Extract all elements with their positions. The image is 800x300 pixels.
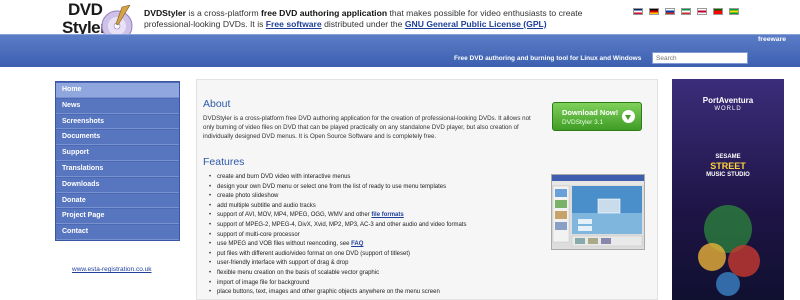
nav-item-home[interactable]: Home	[56, 82, 179, 98]
nav-item-project-page[interactable]: Project Page	[56, 208, 179, 225]
main-content: About DVDStyler is a cross-platform free…	[196, 79, 658, 300]
features-heading: Features	[203, 156, 245, 168]
feature-text: use MPEG and VOB files without reencodin…	[217, 241, 352, 248]
ad-artwork	[698, 205, 760, 296]
feature-item: create and burn DVD video with interacti…	[209, 173, 539, 183]
intro-app-name: DVDStyler	[144, 8, 187, 18]
app-screenshot-thumbnail[interactable]	[551, 174, 645, 250]
english-flag-icon[interactable]	[633, 8, 643, 15]
feature-text: support of multi-core processor	[217, 231, 300, 238]
feature-item: create photo slideshow	[209, 192, 539, 202]
feature-item: import of image file for background	[209, 279, 539, 289]
japanese-flag-icon[interactable]	[697, 8, 707, 15]
feature-item: use MPEG and VOB files without reencodin…	[209, 240, 539, 250]
nav-item-donate[interactable]: Donate	[56, 192, 179, 209]
feature-item: place buttons, text, images and other gr…	[209, 288, 539, 298]
download-label: Download Now!	[562, 108, 619, 117]
feature-text: place buttons, text, images and other gr…	[217, 289, 440, 296]
feature-item: user-friendly interface with support of …	[209, 259, 539, 269]
logo-text-line1: DVD	[68, 0, 103, 19]
feature-text: user-friendly interface with support of …	[217, 260, 349, 267]
search-input[interactable]	[652, 52, 748, 64]
nav-item-translations[interactable]: Translations	[56, 160, 179, 177]
header-bar: freeware Free DVD authoring and burning …	[0, 34, 800, 67]
feature-link[interactable]: FAQ	[351, 241, 363, 247]
download-button[interactable]: Download Now! DVDStyler 3.1	[552, 102, 642, 131]
russian-flag-icon[interactable]	[665, 8, 675, 15]
intro-text: DVDStyler is a cross-platform free DVD a…	[144, 8, 594, 30]
feature-text: design your own DVD menu or select one f…	[217, 183, 447, 190]
site-header: DVD Styler DVDStyler is a cross-platform…	[0, 0, 800, 42]
features-list: create and burn DVD video with interacti…	[209, 173, 539, 298]
feature-text: flexible menu creation on the basis of s…	[217, 269, 380, 276]
screenshot-image	[552, 175, 644, 247]
left-sidebar: Home News Screenshots Documents Support Trans…	[0, 67, 190, 300]
nav-item-support[interactable]: Support	[56, 145, 179, 161]
esta-registration-link[interactable]: www.esta-registration.co.uk	[72, 266, 151, 273]
main-nav: Home News Screenshots Documents Support Trans…	[55, 81, 180, 241]
feature-item: design your own DVD menu or select one f…	[209, 183, 539, 193]
language-flags	[633, 8, 739, 15]
brazilian-flag-icon[interactable]	[729, 8, 739, 15]
feature-text: create photo slideshow	[217, 193, 279, 200]
nav-item-documents[interactable]: Documents	[56, 129, 179, 146]
portuguese-flag-icon[interactable]	[713, 8, 723, 15]
feature-item: add multiple subtitle and audio tracks	[209, 202, 539, 212]
intro-part1: is a cross-platform	[186, 8, 262, 18]
feature-text: create and burn DVD video with interacti…	[217, 174, 351, 180]
nav-item-screenshots[interactable]: Screenshots	[56, 113, 179, 130]
feature-text: put files with different audio/video for…	[217, 250, 410, 257]
download-version: DVDStyler 3.1	[562, 119, 604, 126]
feature-item: support of MPEG-2, MPEG-4, DivX, Xvid, M…	[209, 221, 539, 231]
advertisement-banner[interactable]: PortAventura WORLD SESAME STREET MUSIC S…	[672, 79, 784, 300]
feature-item: support of AVI, MOV, MP4, MPEG, OGG, WMV…	[209, 211, 539, 221]
feature-item: put files with different audio/video for…	[209, 250, 539, 260]
download-arrow-icon	[622, 110, 635, 123]
german-flag-icon[interactable]	[649, 8, 659, 15]
free-software-link[interactable]: Free software	[266, 19, 322, 29]
feature-text: add multiple subtitle and audio tracks	[217, 202, 316, 209]
nav-item-downloads[interactable]: Downloads	[56, 176, 179, 193]
feature-text: support of MPEG-2, MPEG-4, DivX, Xvid, M…	[217, 221, 467, 228]
feature-item: flexible menu creation on the basis of s…	[209, 269, 539, 279]
intro-bold: free DVD authoring application	[261, 8, 388, 18]
feature-item: support of multi-core processor	[209, 231, 539, 241]
tagline: Free DVD authoring and burning tool for …	[454, 55, 642, 62]
italian-flag-icon[interactable]	[681, 8, 691, 15]
feature-text: import of image file for background	[217, 279, 310, 286]
feature-text: support of AVI, MOV, MP4, MPEG, OGG, WMV…	[217, 212, 372, 219]
intro-part3: distributed under the	[321, 18, 405, 29]
freeware-label: freeware	[758, 36, 786, 43]
feature-link[interactable]: file formats	[371, 212, 403, 218]
nav-item-news[interactable]: News	[56, 97, 179, 114]
nav-item-contact[interactable]: Contact	[56, 224, 179, 240]
about-text: DVDStyler is a cross-platform free DVD a…	[203, 115, 531, 140]
gpl-link[interactable]: GNU General Public License (GPL)	[405, 19, 547, 29]
about-heading: About	[203, 98, 231, 110]
